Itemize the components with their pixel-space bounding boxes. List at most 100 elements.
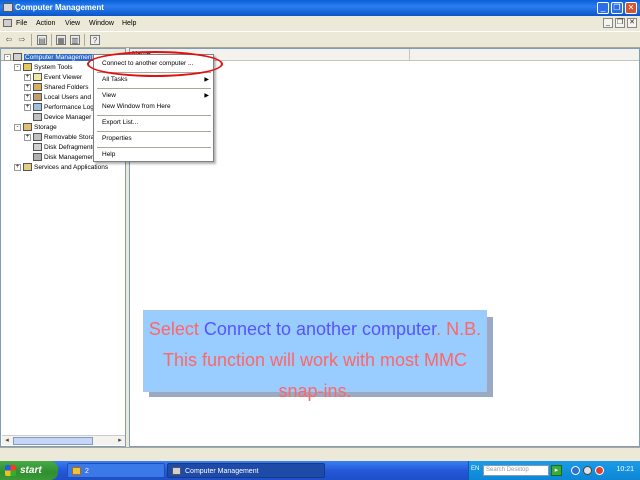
search-go-icon[interactable]: ▸ [551, 465, 562, 476]
menu-file[interactable]: File [16, 20, 27, 27]
tree-node-icon [13, 53, 22, 61]
computer-management-icon [172, 467, 181, 475]
tree-item-label: Device Manager [44, 113, 92, 121]
tree-item[interactable]: + Removable Storage [24, 132, 101, 142]
taskbar: start 2 Computer Management EN Search De… [0, 461, 640, 480]
menu-separator [97, 147, 211, 148]
tree-horizontal-scrollbar[interactable]: ◂ ▸ [2, 435, 125, 445]
folder-icon [72, 467, 81, 475]
tree-node-icon [33, 153, 42, 161]
expand-icon[interactable]: + [24, 83, 31, 91]
scroll-left-icon[interactable]: ◂ [2, 436, 12, 446]
security-alert-icon[interactable] [595, 466, 604, 475]
back-arrow-icon[interactable]: ⇦ [4, 35, 14, 45]
expand-icon[interactable]: + [14, 163, 21, 171]
export-list-icon[interactable]: ▥ [70, 35, 80, 45]
document-icon[interactable] [3, 19, 12, 27]
tree-node-icon [23, 63, 32, 71]
expand-icon[interactable]: + [24, 93, 31, 101]
window-title: Computer Management [15, 3, 104, 12]
forward-arrow-icon[interactable]: ⇨ [17, 35, 27, 45]
tree-node-icon [33, 103, 42, 111]
scroll-right-icon[interactable]: ▸ [115, 436, 125, 446]
tree-item[interactable]: Disk Defragmenter [24, 142, 98, 152]
instruction-callout: Select Connect to another computer. N.B.… [143, 310, 487, 401]
callout-text-select: Select [148, 319, 204, 339]
toolbar-divider [31, 34, 32, 46]
menu-item-help[interactable]: Help [102, 151, 115, 158]
callout-text-command: Connect to another computer [203, 319, 437, 339]
tree-node-icon [33, 83, 42, 91]
windows-logo-icon [5, 465, 16, 476]
taskbar-button-computer-management[interactable]: Computer Management [167, 463, 325, 478]
tree-item[interactable]: + Event Viewer [24, 72, 82, 82]
tree-item[interactable]: - System Tools [14, 62, 73, 72]
close-button[interactable]: ✕ [625, 2, 637, 14]
start-button[interactable]: start [0, 461, 58, 480]
menu-action[interactable]: Action [36, 20, 55, 27]
language-indicator[interactable]: EN [471, 466, 479, 472]
toolbar-divider [84, 34, 85, 46]
status-bar [0, 447, 640, 461]
tree-item[interactable]: + Services and Applications [14, 162, 108, 172]
tree-node-icon [33, 93, 42, 101]
tree-node-icon [23, 123, 32, 131]
clock[interactable]: 10:21 [616, 466, 634, 473]
collapse-icon[interactable]: - [4, 53, 11, 61]
tree-item-label: Event Viewer [44, 73, 83, 81]
tree-item-label: Disk Defragmenter [44, 143, 99, 151]
title-bar[interactable]: Computer Management _ ❐ ✕ [0, 0, 640, 16]
menu-item-view[interactable]: View [102, 92, 116, 99]
tree-item[interactable]: Device Manager [24, 112, 91, 122]
menu-help[interactable]: Help [122, 20, 136, 27]
column-header-empty [410, 49, 639, 61]
tree-item[interactable]: - Storage [14, 122, 57, 132]
taskbar-button-folder[interactable]: 2 [67, 463, 165, 478]
help-icon[interactable]: ? [90, 35, 100, 45]
toolbar-divider [51, 34, 52, 46]
menu-item-all-tasks[interactable]: All Tasks [102, 76, 128, 83]
tree-item[interactable]: Disk Management [24, 152, 96, 162]
menu-separator [97, 115, 211, 116]
taskbar-button-label: 2 [85, 468, 89, 475]
expand-icon[interactable]: + [24, 103, 31, 111]
collapse-icon[interactable]: - [14, 63, 21, 71]
volume-icon[interactable] [583, 466, 592, 475]
taskbar-button-label: Computer Management [185, 468, 259, 475]
tree-item-label: Storage [34, 123, 57, 131]
child-close-button[interactable]: ✕ [627, 18, 637, 28]
collapse-icon[interactable]: - [14, 123, 21, 131]
menu-item-export-list[interactable]: Export List... [102, 119, 138, 126]
child-restore-button[interactable]: ❐ [615, 18, 625, 28]
menu-bar: File Action View Window Help _ ❐ ✕ [0, 17, 640, 30]
start-label: start [20, 465, 42, 476]
menu-separator [97, 88, 211, 89]
menu-item-new-window-from-here[interactable]: New Window from Here [102, 103, 171, 110]
menu-separator [97, 131, 211, 132]
tree-node-icon [33, 143, 42, 151]
menu-view[interactable]: View [65, 20, 80, 27]
tree-node-icon [33, 113, 42, 121]
menu-window[interactable]: Window [89, 20, 114, 27]
properties-icon[interactable]: ▦ [56, 35, 66, 45]
menu-item-properties[interactable]: Properties [102, 135, 132, 142]
child-minimize-button[interactable]: _ [603, 18, 613, 28]
maximize-button[interactable]: ❐ [611, 2, 623, 14]
minimize-button[interactable]: _ [597, 2, 609, 14]
computer-management-icon[interactable] [3, 3, 13, 12]
scrollbar-thumb[interactable] [13, 437, 93, 445]
tree-node-icon [33, 73, 42, 81]
expand-icon[interactable]: + [24, 73, 31, 81]
tree-node-icon [33, 133, 42, 141]
desktop-search-input[interactable]: Search Desktop [483, 465, 549, 476]
toolbar: ⇦ ⇨ ▤ ▦ ▥ ? [0, 31, 640, 48]
expand-icon[interactable]: + [24, 133, 31, 141]
system-tray: EN Search Desktop ▸ 10:21 [468, 461, 640, 480]
show-hide-tree-icon[interactable]: ▤ [37, 35, 47, 45]
network-icon[interactable] [571, 466, 580, 475]
submenu-arrow-icon: ▶ [204, 77, 209, 83]
tree-item-label: System Tools [34, 63, 73, 71]
tree-item[interactable]: + Shared Folders [24, 82, 88, 92]
tree-item-label: Disk Management [44, 153, 97, 161]
tree-item-label: Services and Applications [34, 163, 109, 171]
